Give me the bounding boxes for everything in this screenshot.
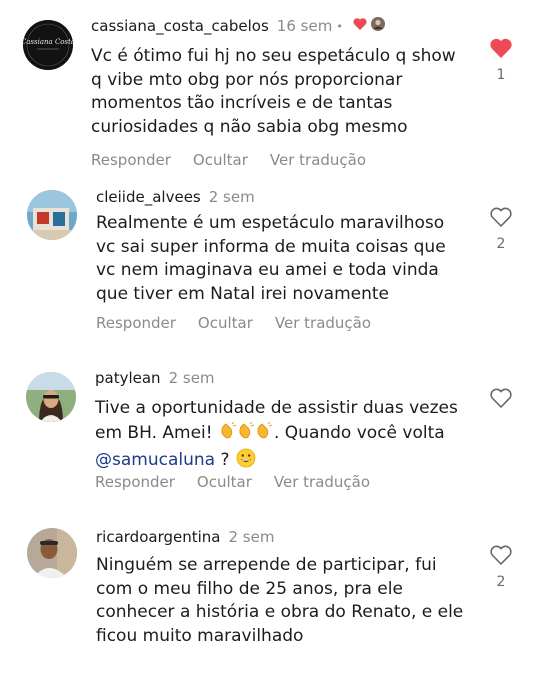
like-button[interactable]: 2 — [486, 544, 516, 590]
like-count: 2 — [496, 236, 506, 252]
comment-text: Tive a oportunidade de assistir duas vez… — [95, 397, 458, 476]
mention-link[interactable]: @samucaluna — [95, 450, 215, 470]
comment-header: patylean 2 sem — [95, 368, 215, 388]
clapping-hands-icon — [219, 421, 273, 449]
hide-button[interactable]: Ocultar — [197, 473, 252, 491]
comment-actions: Responder Ocultar Ver tradução — [95, 472, 392, 492]
like-count: 2 — [496, 574, 506, 590]
comment-time: 2 sem — [208, 188, 255, 206]
comment-username[interactable]: cassiana_costa_cabelos — [91, 17, 269, 35]
comment-text: Realmente é um espetáculo maravilhoso vc… — [96, 213, 446, 304]
like-button[interactable]: 2 — [486, 206, 516, 252]
reply-button[interactable]: Responder — [95, 473, 175, 491]
heart-outline-icon — [490, 545, 512, 565]
comment-header: cassiana_costa_cabelos 16 sem • — [91, 16, 388, 37]
comment-username[interactable]: patylean — [95, 369, 161, 387]
comment-time: 16 sem — [276, 17, 333, 35]
comment-item: cleiide_alvees 2 sem Realmente é um espet… — [0, 185, 540, 350]
comment-item: patylean 2 sem Tive a oportunidade de ass… — [0, 365, 540, 510]
comment-text-segment: em BH. Amei! — [95, 422, 213, 443]
comment-actions: Responder Ocultar Ver tradução — [96, 313, 393, 333]
avatar[interactable] — [26, 372, 76, 422]
comment-username[interactable]: cleiide_alvees — [96, 188, 201, 206]
comment-time: 2 sem — [228, 528, 275, 546]
like-button[interactable] — [486, 387, 516, 409]
separator-dot: • — [336, 19, 343, 33]
comment-text: Vc é ótimo fui hj no seu espetáculo q sh… — [91, 46, 456, 137]
comment-text: Ninguém se arrepende de participar, fui … — [96, 555, 464, 646]
translate-button[interactable]: Ver tradução — [270, 151, 366, 169]
like-count: 1 — [496, 67, 506, 83]
heart-icon — [352, 18, 367, 30]
comment-item: Cassiana Costa cassiana_costa_cabelos 16 … — [0, 0, 540, 185]
translate-button[interactable]: Ver tradução — [274, 473, 370, 491]
comment-actions: Responder Ocultar Ver tradução — [91, 150, 388, 170]
reply-button[interactable]: Responder — [91, 151, 171, 169]
avatar-logo-text: Cassiana Costa — [23, 38, 73, 46]
avatar[interactable] — [27, 190, 77, 240]
heart-outline-icon — [490, 388, 512, 408]
translate-button[interactable]: Ver tradução — [275, 314, 371, 332]
comment-text-line: Tive a oportunidade de assistir duas vez… — [95, 398, 458, 418]
like-button[interactable]: 1 — [486, 37, 516, 83]
comment-text-segment: ? — [215, 450, 230, 470]
comment-text-segment: . Quando você volta — [273, 422, 445, 443]
comment-time: 2 sem — [168, 369, 215, 387]
creator-liked-badge — [352, 16, 388, 37]
comment-username[interactable]: ricardoargentina — [96, 528, 220, 546]
avatar[interactable]: Cassiana Costa — [23, 20, 73, 70]
avatar[interactable] — [27, 528, 77, 578]
comment-item: ricardoargentina 2 sem Ninguém se arrepen… — [0, 522, 540, 675]
hide-button[interactable]: Ocultar — [198, 314, 253, 332]
reply-button[interactable]: Responder — [96, 314, 176, 332]
heart-filled-icon — [490, 38, 512, 58]
hide-button[interactable]: Ocultar — [193, 151, 248, 169]
comment-text-line: em BH. Amei! . Quando você volta — [95, 421, 458, 449]
heart-outline-icon — [490, 207, 512, 227]
comment-header: cleiide_alvees 2 sem — [96, 187, 255, 207]
comment-header: ricardoargentina 2 sem — [96, 527, 274, 547]
